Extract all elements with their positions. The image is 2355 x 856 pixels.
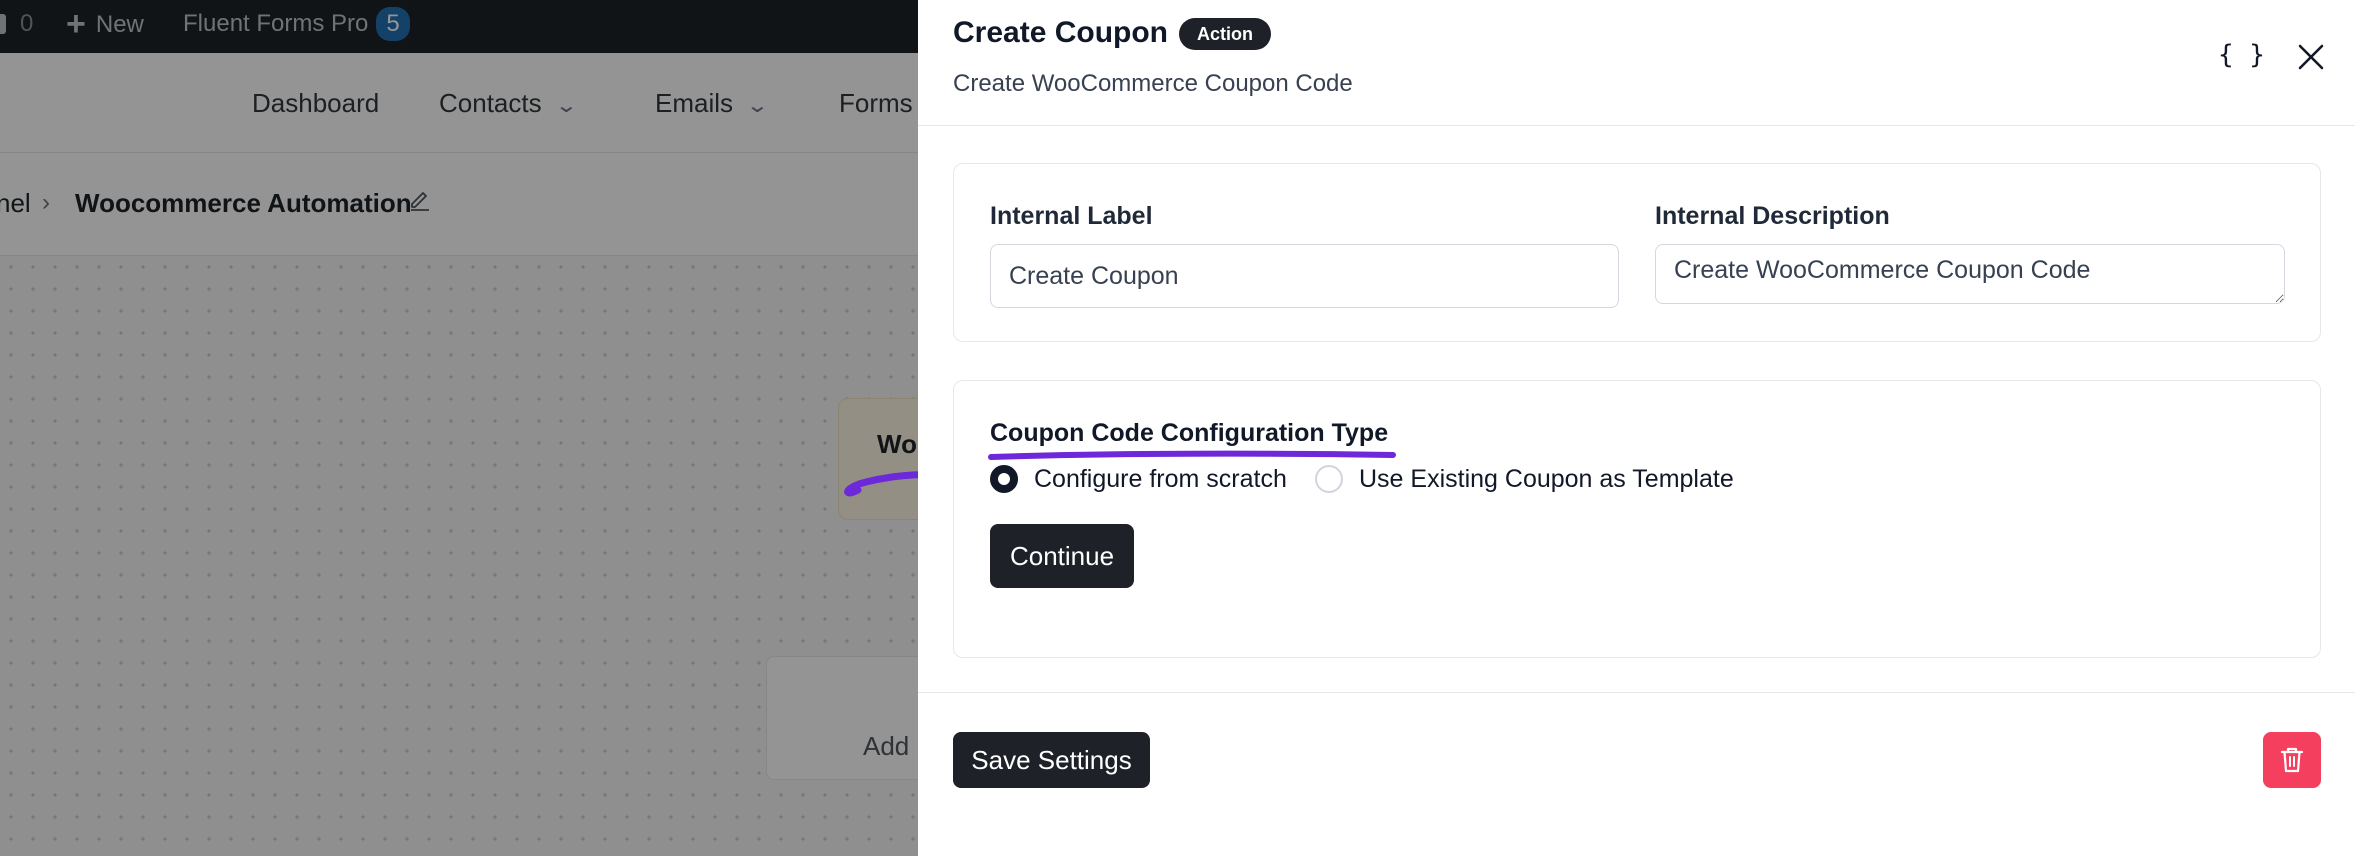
radio-label-existing: Use Existing Coupon as Template bbox=[1359, 464, 1734, 493]
close-icon[interactable] bbox=[2296, 42, 2326, 72]
internal-label-input[interactable] bbox=[990, 244, 1619, 308]
drawer-footer: Save Settings bbox=[918, 692, 2355, 856]
radio-label-scratch: Configure from scratch bbox=[1034, 464, 1287, 493]
radio-configure-from-scratch[interactable]: Configure from scratch bbox=[990, 461, 1287, 497]
drawer-title: Create Coupon bbox=[953, 16, 1169, 49]
internal-info-card: Internal Label Internal Description Crea… bbox=[953, 163, 2321, 342]
internal-description-textarea[interactable]: Create WooCommerce Coupon Code bbox=[1655, 244, 2285, 304]
coupon-config-card: Coupon Code Configuration Type Configure… bbox=[953, 380, 2321, 658]
radio-selected-indicator[interactable] bbox=[990, 465, 1018, 493]
delete-button[interactable] bbox=[2263, 732, 2321, 788]
internal-description-label: Internal Description bbox=[1655, 202, 1890, 230]
action-badge: Action bbox=[1179, 18, 1271, 50]
radio-unselected-indicator[interactable] bbox=[1315, 465, 1343, 493]
drawer-subtitle: Create WooCommerce Coupon Code bbox=[953, 70, 1353, 97]
create-coupon-drawer: Create Coupon Action Create WooCommerce … bbox=[918, 0, 2355, 856]
save-settings-button[interactable]: Save Settings bbox=[953, 732, 1150, 788]
radio-use-existing-coupon[interactable]: Use Existing Coupon as Template bbox=[1315, 461, 1734, 497]
annotation-underline bbox=[988, 450, 1396, 460]
config-type-label: Coupon Code Configuration Type bbox=[990, 419, 1389, 447]
continue-button[interactable]: Continue bbox=[990, 524, 1134, 588]
code-braces-icon[interactable]: { } bbox=[2218, 40, 2265, 70]
internal-label-label: Internal Label bbox=[990, 202, 1153, 230]
trash-icon bbox=[2280, 747, 2304, 773]
drawer-backdrop[interactable] bbox=[0, 0, 918, 856]
drawer-header: Create Coupon Action Create WooCommerce … bbox=[918, 0, 2355, 126]
